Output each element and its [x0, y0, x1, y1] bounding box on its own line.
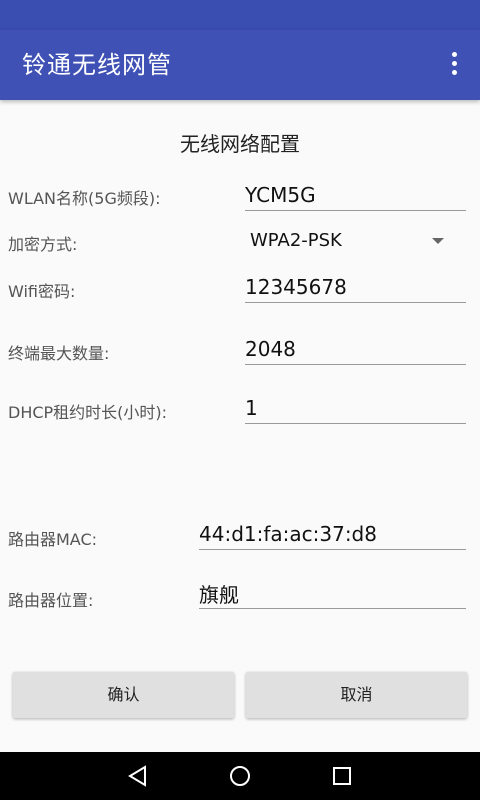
wlan-name-label: WLAN名称(5G频段): — [8, 189, 161, 208]
dhcp-lease-field[interactable] — [245, 393, 466, 424]
form-title: 无线网络配置 — [180, 132, 300, 156]
router-mac-label: 路由器MAC: — [8, 530, 98, 549]
home-circle-icon — [230, 766, 250, 786]
cancel-button[interactable]: 取消 — [246, 672, 467, 718]
confirm-button[interactable]: 确认 — [13, 672, 234, 718]
dhcp-lease-input[interactable] — [245, 393, 466, 423]
recents-square-icon — [333, 767, 351, 785]
encryption-selected-value: WPA2-PSK — [250, 230, 342, 251]
wifi-password-field[interactable] — [245, 272, 466, 303]
encryption-select[interactable]: WPA2-PSK — [250, 227, 460, 255]
wlan-name-input[interactable] — [245, 180, 466, 210]
router-mac-input[interactable] — [199, 519, 466, 549]
dhcp-lease-label: DHCP租约时长(小时): — [8, 403, 168, 422]
back-triangle-icon — [128, 765, 146, 787]
overflow-menu-button[interactable] — [442, 50, 466, 80]
home-button[interactable] — [228, 764, 252, 788]
encryption-label: 加密方式: — [8, 235, 78, 254]
more-vert-icon — [442, 52, 466, 75]
router-mac-field[interactable] — [199, 519, 466, 550]
wlan-name-field[interactable] — [245, 180, 466, 211]
recents-button[interactable] — [330, 764, 354, 788]
navigation-bar — [0, 752, 480, 800]
app-bar: 铃通无线网管 — [0, 30, 480, 100]
back-button[interactable] — [126, 764, 150, 788]
router-location-field[interactable] — [199, 578, 466, 609]
wifi-password-input[interactable] — [245, 272, 466, 302]
screen: 铃通无线网管 无线网络配置 WLAN名称(5G频段): 加密方式: WPA2-P… — [0, 0, 480, 800]
status-bar — [0, 0, 480, 30]
max-terminals-input[interactable] — [245, 334, 466, 364]
dropdown-arrow-icon — [432, 238, 444, 244]
app-title: 铃通无线网管 — [22, 51, 172, 79]
max-terminals-label: 终端最大数量: — [8, 344, 110, 363]
router-location-input[interactable] — [199, 578, 466, 608]
wifi-password-label: Wifi密码: — [8, 282, 76, 301]
max-terminals-field[interactable] — [245, 334, 466, 365]
router-location-label: 路由器位置: — [8, 591, 94, 610]
